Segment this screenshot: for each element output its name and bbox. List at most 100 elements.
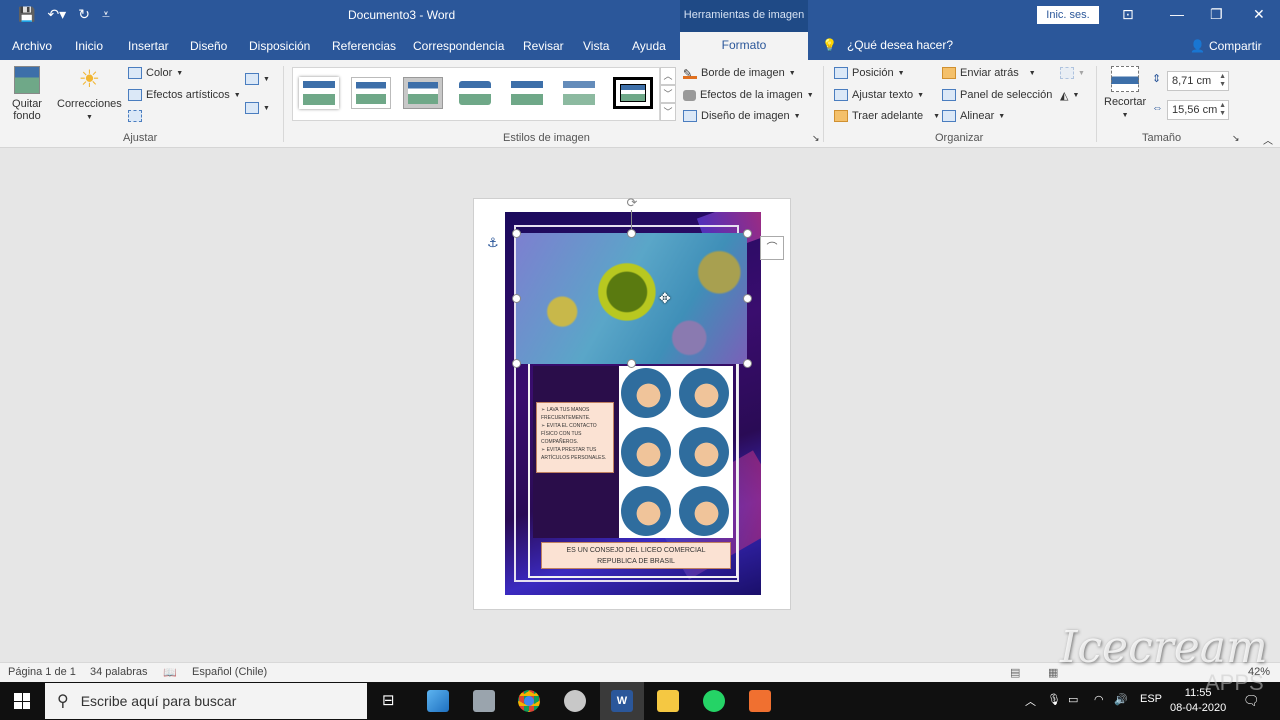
wrap-text-button[interactable]: Ajustar texto ▼: [834, 89, 924, 101]
height-spinner[interactable]: ▲ ▼: [1219, 73, 1226, 89]
task-view-icon[interactable]: ⊟: [382, 691, 395, 709]
chrome-icon[interactable]: [518, 690, 540, 712]
handwash-step-1: [621, 368, 671, 418]
battery-icon[interactable]: ▭: [1068, 693, 1078, 706]
collapse-ribbon-icon[interactable]: ︿: [1263, 132, 1273, 147]
resource-monitor-icon[interactable]: [473, 690, 495, 712]
word-count[interactable]: 34 palabras: [90, 666, 148, 678]
handwashing-image[interactable]: [619, 366, 733, 538]
reset-picture-button[interactable]: ▼: [245, 102, 270, 114]
picture-border-button[interactable]: ✎ Borde de imagen ▼: [683, 67, 796, 80]
width-spinner[interactable]: ▲ ▼: [1219, 102, 1226, 118]
footer-textbox[interactable]: ES UN CONSEJO DEL LICEO COMERCIAL REPUBL…: [541, 542, 731, 569]
resize-handle-top-right[interactable]: [743, 229, 752, 238]
coronavirus-image-selected[interactable]: [516, 233, 747, 364]
tab-disposicion[interactable]: Disposición: [249, 39, 310, 53]
picture-style-6[interactable]: [559, 77, 599, 109]
gallery-more[interactable]: ﹀: [660, 103, 676, 121]
zoom-level[interactable]: 42%: [1248, 666, 1270, 678]
resize-handle-left[interactable]: [512, 294, 521, 303]
resize-handle-bottom-left[interactable]: [512, 359, 521, 368]
rotate-button[interactable]: ◭ ▼: [1060, 89, 1079, 102]
page-count[interactable]: Página 1 de 1: [8, 666, 76, 678]
tab-referencias[interactable]: Referencias: [332, 39, 396, 53]
tab-archivo[interactable]: Archivo: [12, 39, 52, 53]
bring-forward-button[interactable]: Traer adelante ▼: [834, 110, 940, 122]
selection-pane-button[interactable]: Panel de selección: [942, 89, 1052, 101]
whatsapp-icon[interactable]: [703, 690, 725, 712]
picture-style-5[interactable]: [507, 77, 547, 109]
layout-options-icon[interactable]: ⌒: [760, 236, 784, 260]
resize-handle-right[interactable]: [743, 294, 752, 303]
microphone-icon[interactable]: 🎙: [1047, 693, 1061, 706]
language[interactable]: Español (Chile): [192, 666, 267, 678]
remove-background-button[interactable]: Quitar fondo: [10, 66, 44, 122]
compress-pictures-button[interactable]: [128, 110, 142, 122]
clock[interactable]: 11:55 08-04-2020: [1170, 686, 1226, 716]
picture-effects-button[interactable]: Efectos de la imagen ▼: [683, 89, 814, 101]
color-button[interactable]: Color ▼: [128, 67, 183, 79]
gallery-scroll-up[interactable]: ︿: [660, 67, 676, 85]
tab-ayuda[interactable]: Ayuda: [632, 39, 666, 53]
proofing-icon[interactable]: 📖: [163, 666, 177, 679]
picture-style-1[interactable]: [299, 77, 339, 109]
size-dialog-launcher-icon[interactable]: ↘: [1232, 133, 1240, 144]
picture-layout-button[interactable]: Diseño de imagen ▼: [683, 110, 801, 122]
position-button[interactable]: Posición ▼: [834, 67, 905, 79]
shape-width-input[interactable]: 15,56 cm ▲ ▼: [1167, 100, 1229, 120]
restore-icon[interactable]: ❐: [1210, 6, 1223, 23]
close-icon[interactable]: ✕: [1253, 6, 1265, 23]
tab-insertar[interactable]: Insertar: [128, 39, 169, 53]
tab-diseno[interactable]: Diseño: [190, 39, 227, 53]
crop-button[interactable]: Recortar ▼: [1104, 66, 1146, 119]
corrections-button[interactable]: ☀ Correcciones ▼: [57, 66, 122, 121]
handwash-step-2: [679, 368, 729, 418]
align-button[interactable]: Alinear ▼: [942, 110, 1005, 122]
picture-style-4[interactable]: [455, 77, 495, 109]
picture-style-2[interactable]: [351, 77, 391, 109]
ribbon-display-icon[interactable]: ⊡: [1122, 6, 1134, 23]
file-explorer-icon[interactable]: [657, 690, 679, 712]
resize-handle-bottom-right[interactable]: [743, 359, 752, 368]
group-objects-button[interactable]: ▼: [1060, 67, 1085, 79]
windows-start-icon[interactable]: [14, 693, 30, 709]
minimize-icon[interactable]: —: [1170, 6, 1184, 22]
resize-handle-bottom[interactable]: [627, 359, 636, 368]
volume-icon[interactable]: 🔊: [1114, 693, 1128, 706]
tab-inicio[interactable]: Inicio: [75, 39, 103, 53]
input-language[interactable]: ESP: [1140, 693, 1162, 705]
read-mode-icon[interactable]: ▤: [1010, 666, 1020, 679]
tell-me-box[interactable]: 💡 ¿Qué desea hacer?: [822, 38, 953, 52]
word-icon[interactable]: W: [611, 690, 633, 712]
redo-icon[interactable]: ↻: [78, 6, 90, 23]
wifi-icon[interactable]: ◠: [1094, 693, 1104, 706]
taskbar-search[interactable]: ⚲ Escribe aquí para buscar: [45, 683, 367, 719]
tips-textbox[interactable]: LAVA TUS MANOS FRECUENTEMENTE. EVITA EL …: [536, 402, 614, 473]
sign-in-button[interactable]: Inic. ses.: [1037, 6, 1099, 24]
tab-correspondencia[interactable]: Correspondencia: [413, 39, 504, 53]
share-button[interactable]: 👤 Compartir: [1190, 39, 1262, 53]
change-picture-button[interactable]: ▼: [245, 73, 270, 85]
rotate-handle-icon[interactable]: ⟳: [624, 196, 640, 210]
shape-height-input[interactable]: 8,71 cm ▲ ▼: [1167, 71, 1229, 91]
resize-handle-top[interactable]: [627, 229, 636, 238]
tab-formato[interactable]: Formato: [680, 32, 808, 60]
customize-qat-icon[interactable]: ⩡: [102, 6, 110, 23]
print-layout-icon[interactable]: ▦: [1048, 666, 1058, 679]
picture-style-7-selected[interactable]: [613, 77, 653, 109]
send-backward-button[interactable]: Enviar atrás ▼: [942, 67, 1036, 79]
resize-handle-top-left[interactable]: [512, 229, 521, 238]
notifications-icon[interactable]: 🗨: [1243, 693, 1260, 709]
picture-style-3[interactable]: [403, 77, 443, 109]
save-icon[interactable]: 💾: [18, 6, 35, 23]
computer-app-icon[interactable]: [427, 690, 449, 712]
gallery-scroll-down[interactable]: ﹀: [660, 85, 676, 103]
tab-revisar[interactable]: Revisar: [523, 39, 564, 53]
artistic-effects-button[interactable]: Efectos artísticos ▼: [128, 89, 241, 101]
tab-vista[interactable]: Vista: [583, 39, 609, 53]
snipping-tool-icon[interactable]: [564, 690, 586, 712]
undo-icon[interactable]: ↶▾: [47, 6, 66, 23]
show-hidden-icons[interactable]: ︿: [1025, 693, 1036, 709]
screen-recorder-icon[interactable]: [749, 690, 771, 712]
dialog-launcher-icon[interactable]: ↘: [812, 133, 820, 144]
